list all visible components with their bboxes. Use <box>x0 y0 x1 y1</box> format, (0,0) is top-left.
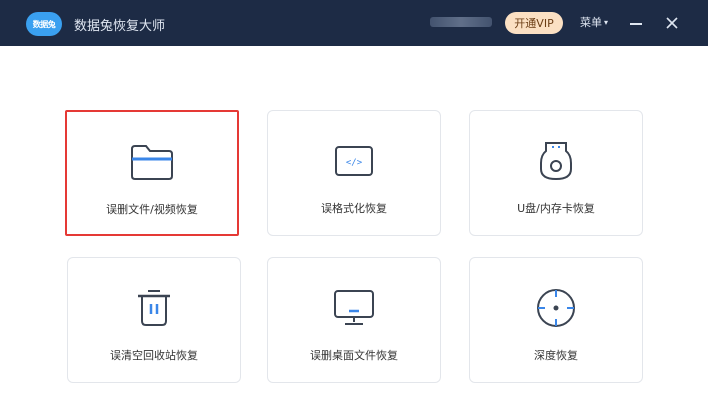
open-vip-button[interactable]: 开通VIP <box>505 12 563 34</box>
card-label: 误删文件/视频恢复 <box>106 203 198 216</box>
trash-icon <box>132 288 176 328</box>
chevron-down-icon: ▾ <box>604 17 609 27</box>
menu-button[interactable]: 菜单 ▾ <box>580 14 608 30</box>
target-icon <box>534 288 578 328</box>
card-deep-recovery[interactable]: 深度恢复 <box>469 257 643 383</box>
card-label: U盘/内存卡恢复 <box>517 202 595 215</box>
card-deleted-files-recovery[interactable]: 误删文件/视频恢复 <box>65 110 239 236</box>
close-icon <box>666 17 678 29</box>
logo-text: 数据兔 <box>32 19 56 29</box>
title-bar: 数据兔 数据兔恢复大师 开通VIP 菜单 ▾ <box>0 0 708 46</box>
monitor-icon <box>332 288 376 328</box>
minimize-button[interactable] <box>628 13 644 33</box>
menu-label: 菜单 <box>580 16 602 29</box>
app-logo: 数据兔 <box>26 12 62 36</box>
code-window-icon: </> <box>332 141 376 181</box>
card-label: 误格式化恢复 <box>321 202 387 215</box>
close-button[interactable] <box>663 13 681 33</box>
card-label: 深度恢复 <box>534 349 578 362</box>
card-label: 误删桌面文件恢复 <box>310 349 398 362</box>
card-recycle-bin-recovery[interactable]: 误清空回收站恢复 <box>67 257 241 383</box>
svg-text:</>: </> <box>346 158 363 168</box>
folder-icon <box>130 142 174 182</box>
usb-drive-icon <box>534 141 578 181</box>
card-desktop-files-recovery[interactable]: 误删桌面文件恢复 <box>267 257 441 383</box>
user-account-blurred[interactable] <box>430 17 492 27</box>
app-title: 数据兔恢复大师 <box>74 19 166 34</box>
card-label: 误清空回收站恢复 <box>110 349 198 362</box>
card-usb-memory-card-recovery[interactable]: U盘/内存卡恢复 <box>469 110 643 236</box>
card-format-recovery[interactable]: </> 误格式化恢复 <box>267 110 441 236</box>
